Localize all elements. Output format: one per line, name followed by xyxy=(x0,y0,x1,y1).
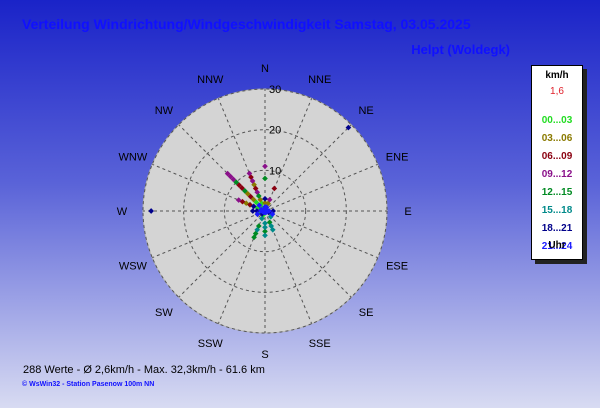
direction-label-w: W xyxy=(117,206,128,218)
direction-label-n: N xyxy=(261,63,269,75)
direction-label-ese: ESE xyxy=(386,261,408,273)
center-marker xyxy=(261,207,269,215)
direction-label-nnw: NNW xyxy=(197,74,224,86)
legend-hour-label: Uhr xyxy=(548,240,566,251)
station-name: Helpt (Woldegk) xyxy=(411,42,510,57)
direction-label-nw: NW xyxy=(155,105,174,117)
legend: km/h 1,6 00...03 03...06 06...09 09...12… xyxy=(531,65,583,260)
range-tick-label: 20 xyxy=(269,125,281,137)
direction-label-sw: SW xyxy=(155,307,173,319)
direction-label-ssw: SSW xyxy=(198,338,224,350)
wind-rose: 10 20 30N NNE NE ENE E ESE SE SSE S SSW SW WSW W WNW NW N… xyxy=(117,63,412,361)
wind-rose-chart: 10 20 30N NNE NE ENE E ESE SE SSE S SSW SW WSW W WNW NW N… xyxy=(117,63,412,361)
direction-label-ene: ENE xyxy=(386,151,409,163)
chart-title: Verteilung Windrichtung/Windgeschwindigk… xyxy=(22,16,471,32)
direction-label-nne: NNE xyxy=(308,74,331,86)
legend-slot-00-03: 00...03 xyxy=(541,115,573,126)
footer-credit: © WsWin32 - Station Pasenow 100m NN xyxy=(22,381,155,388)
direction-label-se: SE xyxy=(359,307,374,319)
direction-label-sse: SSE xyxy=(309,338,331,350)
direction-label-wsw: WSW xyxy=(119,261,148,273)
legend-slot-03-06: 03...06 xyxy=(541,133,573,144)
direction-label-s: S xyxy=(261,349,268,361)
legend-slot-06-09: 06...09 xyxy=(541,151,573,162)
statistics-line: 288 Werte - Ø 2,6km/h - Max. 32,3km/h - … xyxy=(23,364,265,376)
range-tick-label: 30 xyxy=(269,84,281,96)
legend-slot-09-12: 09...12 xyxy=(541,169,573,180)
direction-label-wnw: WNW xyxy=(119,151,148,163)
range-tick-label: 10 xyxy=(269,165,281,177)
legend-average: 1,6 xyxy=(550,86,564,97)
direction-label-e: E xyxy=(404,206,411,218)
legend-unit: km/h xyxy=(545,70,569,81)
legend-slot-15-18: 15...18 xyxy=(541,205,573,216)
legend-slot-12-15: 12...15 xyxy=(541,187,573,198)
direction-label-ne: NE xyxy=(358,105,373,117)
legend-slot-18-21: 18...21 xyxy=(541,223,573,234)
